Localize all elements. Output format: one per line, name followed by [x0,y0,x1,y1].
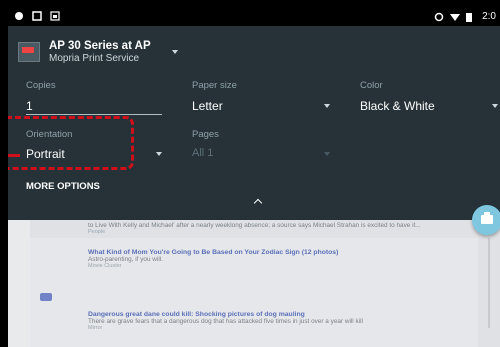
article-source: Movie Cluster [88,263,122,269]
list-item[interactable]: Dangerous great dane could kill: Shockin… [88,311,363,331]
battery-icon [466,12,476,22]
pages-select: All 1 [192,147,214,159]
article-headline[interactable]: What Kind of Mom You're Going to Be Base… [88,249,338,256]
copies-label: Copies [26,80,56,91]
print-button[interactable] [472,205,500,235]
scrollbar[interactable] [488,238,490,328]
article-source: Mirror [88,325,103,331]
screen: 2:0 AP 30 Series at AP Mopria Print Serv… [8,8,500,347]
chevron-down-icon[interactable] [492,104,498,108]
screenshot-icon [32,11,42,21]
color-label: Color [360,80,383,91]
article-snippet: to Live With Kelly and Michael' after a … [88,222,421,229]
sync-icon [434,12,444,22]
copies-input[interactable]: 1 [26,99,33,113]
chevron-down-icon[interactable] [324,104,330,108]
color-select[interactable]: Black & White [360,99,435,113]
paper-size-select[interactable]: Letter [192,99,223,113]
article-source: People [88,229,106,235]
list-item[interactable]: What Kind of Mom You're Going to Be Base… [88,249,338,269]
notification-icon [14,11,24,21]
list-item[interactable]: to Live With Kelly and Michael' after a … [88,222,421,235]
printer-name: AP 30 Series at AP [49,40,151,52]
pages-label: Pages [192,129,219,140]
printer-icon [18,42,40,62]
annotation-line [8,154,20,157]
chevron-down-icon [324,152,330,156]
highlight-annotation [8,116,134,170]
paper-size-label: Paper size [192,80,237,91]
image-icon [50,11,60,21]
copies-underline [26,114,162,115]
chevron-down-icon[interactable] [156,152,162,156]
chevron-down-icon[interactable] [172,50,178,54]
status-bar: 2:0 [8,8,500,26]
printer-selector[interactable]: AP 30 Series at AP Mopria Print Service [18,40,151,65]
article-description: There are grave fears that a dangerous d… [88,318,363,325]
more-options-button[interactable]: MORE OPTIONS [26,181,100,192]
clock: 2:0 [482,11,496,22]
chevron-up-icon[interactable] [253,198,263,208]
article-description: Astro-parenting, if you will. [88,256,163,263]
wifi-icon [450,12,461,22]
printer-service: Mopria Print Service [49,53,140,64]
source-logo [40,293,52,301]
article-headline[interactable]: Dangerous great dane could kill: Shockin… [88,311,363,318]
printer-icon [481,212,493,224]
